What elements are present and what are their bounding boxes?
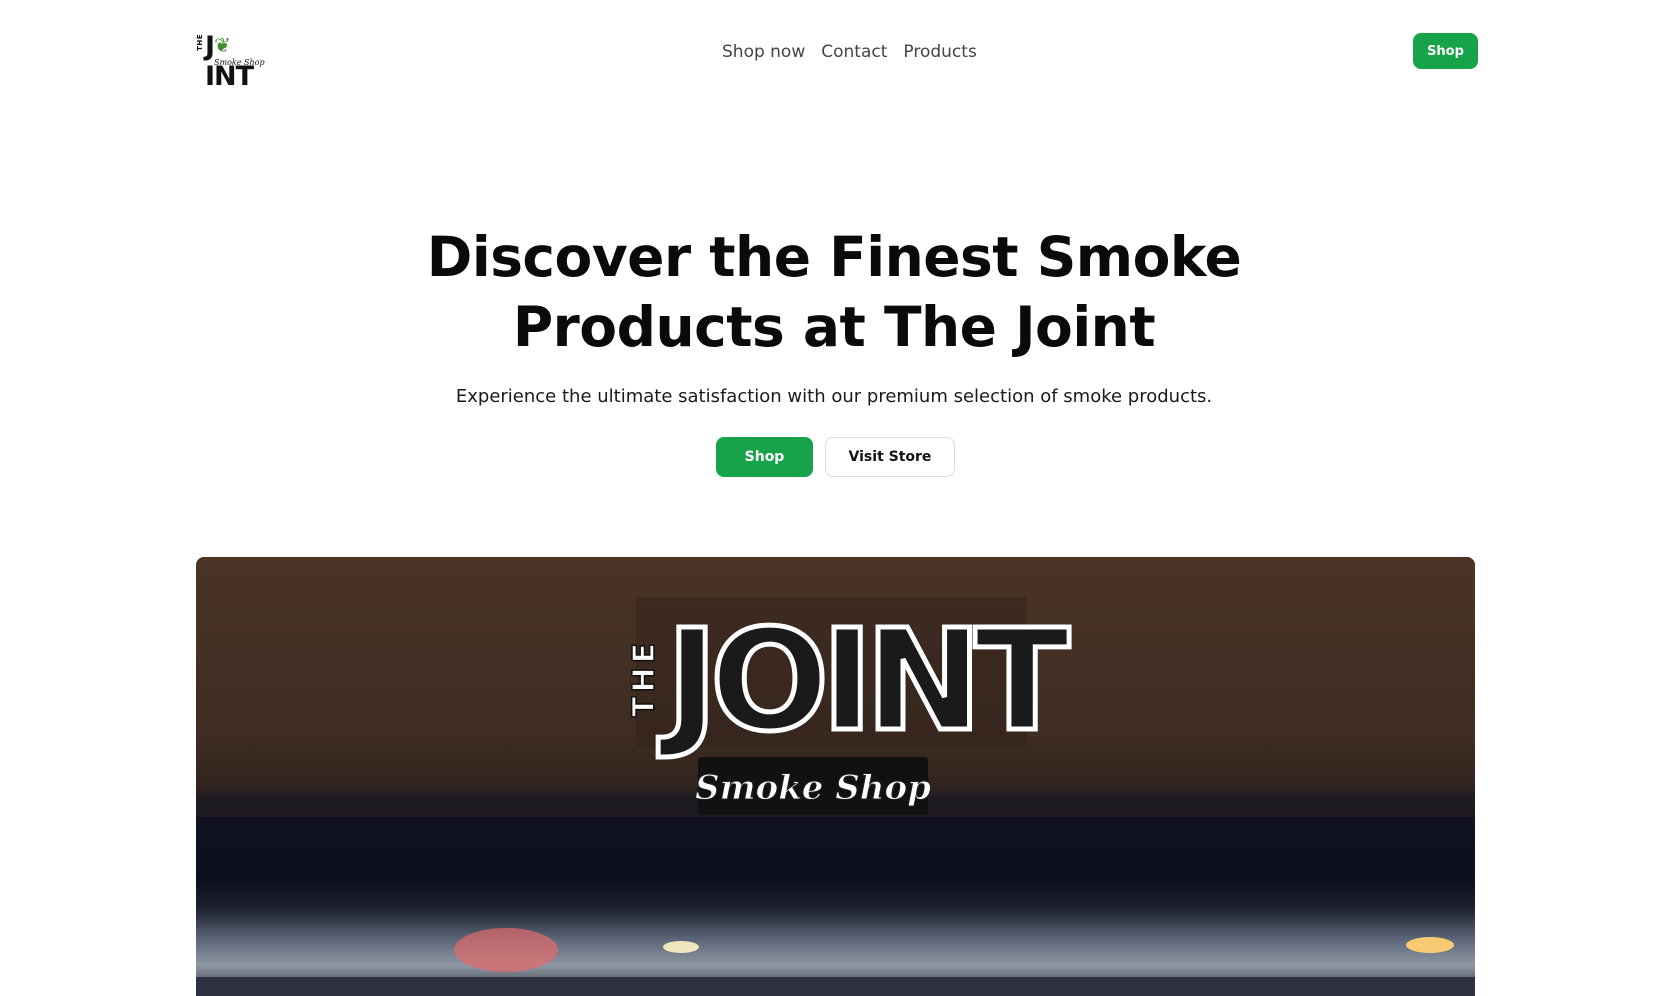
leaf-icon: ❦ [214, 33, 231, 57]
logo-the-text: THE [196, 34, 204, 51]
hero-shop-button[interactable]: Shop [716, 437, 813, 477]
hero-title: Discover the Finest Smoke Products at Th… [426, 225, 1242, 359]
logo-tagline: Smoke Shop [214, 58, 265, 67]
visit-store-button[interactable]: Visit Store [825, 437, 955, 477]
store-sign-illustration: THE JOINT Smoke Shop [196, 557, 1475, 996]
header-shop-button[interactable]: Shop [1413, 33, 1478, 69]
hero-subtitle: Experience the ultimate satisfaction wit… [455, 386, 1213, 407]
sign-the-text: THE [627, 639, 662, 717]
hero-actions: Shop Visit Store [716, 437, 955, 477]
nav-products[interactable]: Products [903, 42, 976, 62]
store-front-image: THE JOINT Smoke Shop [196, 557, 1475, 996]
page: THE J❦INT Smoke Shop Shop now Contact Pr… [0, 0, 1669, 996]
logo[interactable]: THE J❦INT Smoke Shop [196, 30, 276, 92]
nav-shop-now[interactable]: Shop now [722, 42, 805, 62]
main-nav: Shop now Contact Products [722, 38, 977, 66]
sign-tagline-text: Smoke Shop [695, 768, 931, 808]
sign-joint-text: JOINT [658, 600, 1069, 763]
nav-contact[interactable]: Contact [821, 42, 887, 62]
site-header: THE J❦INT Smoke Shop Shop now Contact Pr… [0, 0, 1669, 102]
